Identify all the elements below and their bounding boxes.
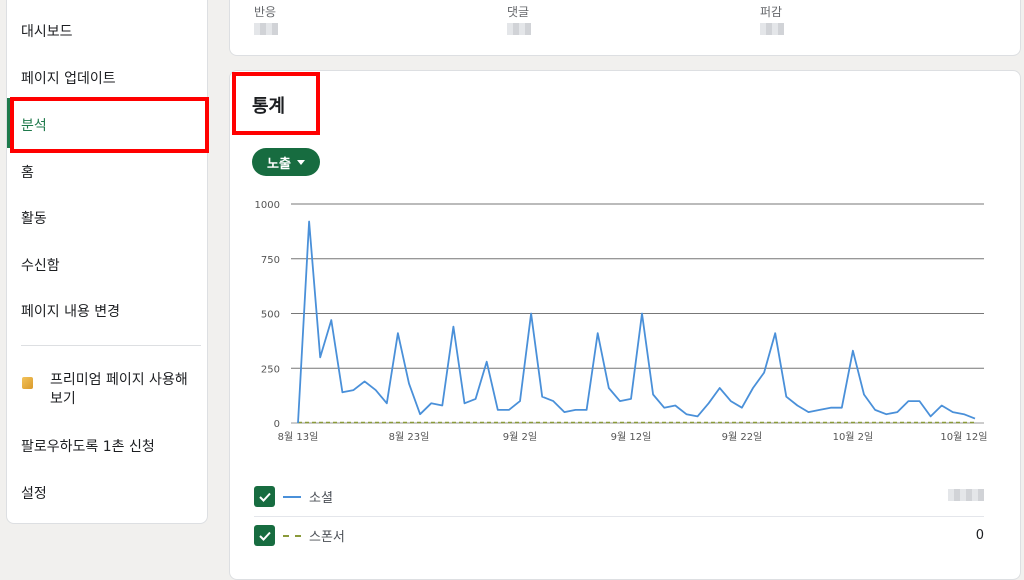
sidebar-item-settings[interactable]: 설정: [21, 483, 47, 503]
highlight-box-title: [232, 72, 320, 135]
sidebar-item-edit-page[interactable]: 페이지 내용 변경: [21, 301, 120, 321]
stat-value-comments: [507, 23, 531, 35]
premium-icon: [22, 377, 33, 389]
legend-row-sponsored: 스폰서: [254, 525, 345, 546]
stat-label-reactions: 반응: [254, 5, 277, 19]
metric-dropdown-label: 노출: [267, 156, 291, 172]
metric-dropdown[interactable]: 노출: [252, 148, 320, 176]
sidebar-item-dashboard[interactable]: 대시보드: [21, 21, 73, 41]
check-icon: [258, 531, 271, 541]
stats-card: 반응 댓글 퍼감: [229, 0, 1021, 56]
premium-trial-link[interactable]: 프리미엄 페이지 사용해 보기: [50, 371, 200, 409]
stat-label-shares: 퍼감: [760, 5, 783, 19]
sidebar-nav: 대시보드 페이지 업데이트 분석 홈 활동 수신함 페이지 내용 변경 프리미엄…: [6, 0, 208, 524]
stat-label-comments: 댓글: [507, 5, 530, 19]
stat-value-reactions: [254, 23, 278, 35]
sidebar-divider: [21, 345, 201, 346]
sidebar-item-page-updates[interactable]: 페이지 업데이트: [21, 68, 116, 88]
legend-row-organic: 소셜: [254, 486, 333, 507]
sidebar-item-home[interactable]: 홈: [21, 162, 34, 182]
checkbox-organic[interactable]: [254, 486, 275, 507]
analytics-card: [229, 70, 1021, 580]
legend-value-sponsored: 0: [975, 528, 984, 543]
legend-line-organic: [283, 495, 301, 498]
sidebar-item-inbox[interactable]: 수신함: [21, 255, 60, 275]
legend-label-sponsored: 스폰서: [309, 530, 345, 545]
legend-label-organic: 소셜: [309, 491, 333, 506]
check-icon: [258, 492, 271, 502]
checkbox-sponsored[interactable]: [254, 525, 275, 546]
stat-value-shares: [760, 23, 784, 35]
chevron-down-icon: [296, 159, 305, 165]
sidebar-item-invite-follow[interactable]: 팔로우하도록 1촌 신청: [21, 436, 155, 456]
legend-value-organic: [948, 489, 984, 501]
legend-divider: [254, 516, 984, 517]
sidebar-item-activity[interactable]: 활동: [21, 208, 47, 228]
highlight-box-analytics: [10, 97, 209, 153]
legend-line-sponsored: [283, 534, 301, 537]
